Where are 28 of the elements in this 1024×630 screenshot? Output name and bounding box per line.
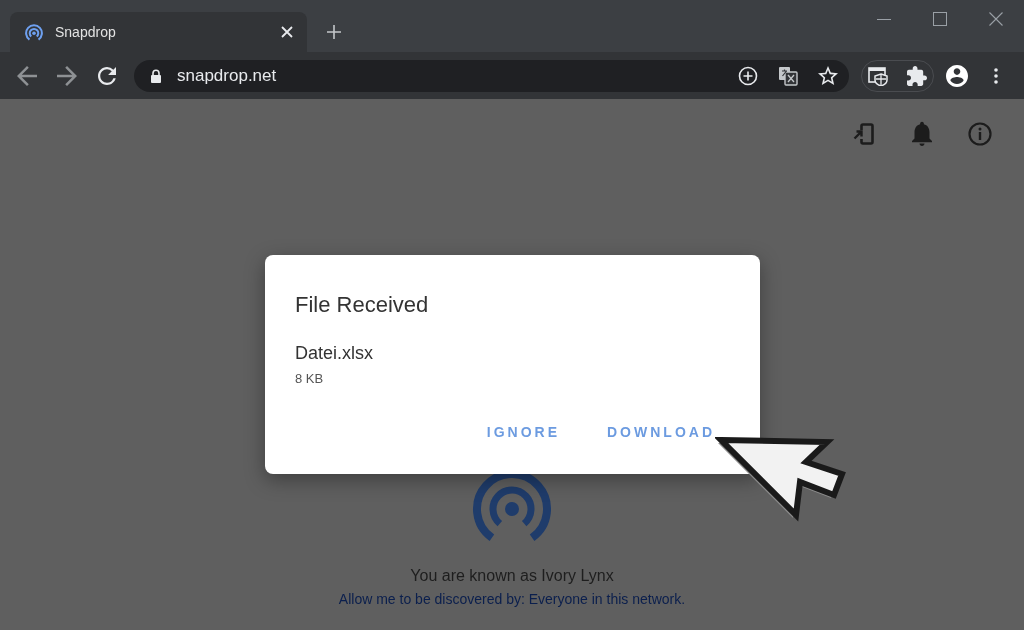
- phone-arrow-icon[interactable]: [852, 121, 876, 146]
- back-arrow-icon[interactable]: [17, 65, 37, 86]
- broadcast-icon: [25, 23, 43, 41]
- dialog-title: File Received: [295, 291, 429, 319]
- dialog-button[interactable]: IGNORE: [474, 414, 569, 450]
- plus-icon[interactable]: [326, 24, 342, 40]
- browser-tab[interactable]: Snapdrop: [10, 12, 307, 52]
- plus-circle-icon[interactable]: [738, 65, 758, 86]
- lock-icon[interactable]: [150, 68, 162, 83]
- dialog-button[interactable]: DOWNLOAD: [595, 414, 724, 450]
- shield-icon[interactable]: [868, 65, 888, 86]
- address-bar[interactable]: snapdrop.net: [134, 59, 849, 92]
- cursor-icon: [715, 435, 849, 523]
- device-name-text: You are known as Ivory Lynx: [410, 566, 614, 586]
- account-icon[interactable]: [946, 64, 968, 87]
- menu-icon[interactable]: [994, 67, 998, 84]
- translate-icon[interactable]: [778, 65, 798, 86]
- info-icon[interactable]: [968, 121, 992, 146]
- file-name: Datei.xlsx: [295, 342, 374, 364]
- puzzle-icon[interactable]: [907, 65, 927, 86]
- bell-icon[interactable]: [912, 121, 932, 146]
- reload-icon[interactable]: [98, 66, 116, 85]
- minimize-icon[interactable]: [877, 18, 891, 20]
- forward-arrow-icon[interactable]: [57, 65, 77, 86]
- file-size: 8 KB: [295, 371, 324, 387]
- star-icon[interactable]: [818, 66, 838, 85]
- maximize-icon[interactable]: [933, 12, 947, 26]
- discovery-link[interactable]: Allow me to be discovered by: Everyone in this network.: [338, 590, 686, 608]
